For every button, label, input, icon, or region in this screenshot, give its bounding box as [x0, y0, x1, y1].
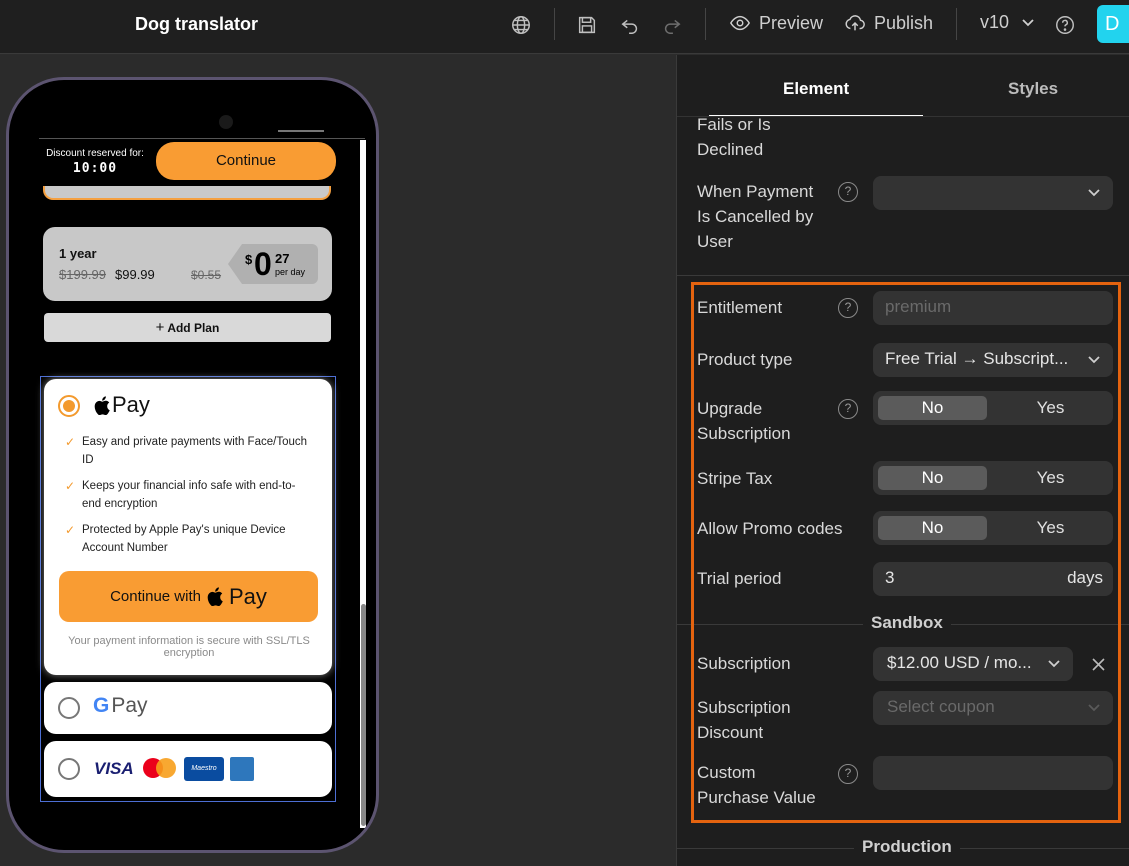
continue-with-label: Continue with [110, 588, 201, 605]
version-select[interactable]: v10 [980, 12, 1035, 33]
toolbar-separator [705, 8, 706, 40]
google-pay-text: Pay [111, 694, 148, 717]
eye-icon [729, 15, 751, 31]
daily-price-tag: $ 0 27 per day [228, 244, 318, 284]
save-icon[interactable] [576, 14, 598, 36]
preview-button[interactable]: Preview [729, 12, 823, 34]
plus-icon: + [155, 319, 165, 336]
visa-icon: VISA [94, 759, 134, 778]
check-icon: ✓ [65, 435, 76, 449]
help-icon[interactable]: ? [838, 182, 858, 202]
apple-pay-logo: Pay [94, 392, 150, 418]
discount-label: Discount reserved for: [46, 148, 144, 159]
plan-card[interactable]: 1 year $199.99 $99.99 $0.55 $ 0 27 per d… [43, 227, 332, 301]
apple-pay-benefit: ✓ Easy and private payments with Face/To… [65, 433, 312, 469]
phone-screen: Discount reserved for: 10:00 Continue 1 … [39, 138, 369, 828]
chevron-down-icon [1088, 189, 1100, 197]
apple-pay-benefit: ✓ Keeps your financial info safe with en… [65, 477, 312, 513]
apple-icon [207, 587, 223, 606]
secure-note: Your payment information is secure with … [68, 635, 310, 659]
amex-icon [230, 757, 254, 781]
google-pay-card[interactable]: G Pay [44, 682, 332, 734]
toolbar-separator [554, 8, 555, 40]
mastercard-icon [143, 758, 176, 778]
add-plan-label: Add Plan [167, 321, 220, 335]
preview-label: Preview [759, 12, 824, 33]
google-g-icon: G [93, 694, 110, 717]
apple-pay-radio[interactable] [58, 395, 80, 417]
benefit-text: Keeps your financial info safe with end-… [82, 480, 296, 510]
redo-icon[interactable] [661, 14, 683, 36]
countdown-timer: 10:00 [72, 161, 118, 176]
google-pay-radio[interactable] [58, 697, 80, 719]
cloud-upload-icon [845, 15, 865, 31]
daily-price-cents: 27 [275, 251, 290, 266]
properties-panel: Element Styles Fails or Is Declined When… [676, 55, 1129, 866]
scrollbar-thumb[interactable] [361, 604, 366, 826]
discount-timer-block: Discount reserved for: 10:00 [43, 148, 147, 176]
toolbar-separator [956, 8, 957, 40]
daily-price-main: 0 [254, 246, 272, 282]
selected-plan-card-bottom[interactable] [43, 186, 331, 200]
plan-name: 1 year [59, 246, 97, 261]
on-cancel-label: When Payment Is Cancelled by User [697, 182, 814, 251]
continue-with-apple-pay-button[interactable]: Continue with Pay [59, 571, 318, 622]
continue-button[interactable]: Continue [156, 142, 336, 180]
status-indicator [278, 130, 324, 132]
check-icon: ✓ [65, 479, 76, 493]
tab-element[interactable]: Element [783, 79, 849, 99]
publish-label: Publish [874, 12, 934, 33]
card-payment-radio[interactable] [58, 758, 80, 780]
payment-methods-selection: Pay ✓ Easy and private payments with Fac… [40, 376, 336, 802]
apple-icon [94, 395, 110, 415]
on-cancel-select[interactable] [873, 176, 1113, 210]
card-payment-card[interactable]: VISA Maestro [44, 741, 332, 797]
camera-notch [219, 115, 233, 129]
tab-styles[interactable]: Styles [1008, 79, 1058, 99]
plan-new-price: $99.99 [115, 267, 155, 282]
plan-old-price: $199.99 [59, 267, 106, 282]
app-title: Dog translator [135, 14, 259, 34]
chevron-down-icon [1022, 18, 1034, 26]
on-failure-label: Fails or Is Declined [697, 115, 771, 159]
plan-old-daily-price: $0.55 [191, 268, 222, 282]
section-divider [677, 275, 1129, 276]
user-avatar[interactable]: D [1097, 5, 1129, 43]
publish-button[interactable]: Publish [844, 12, 933, 34]
google-pay-logo: G Pay [93, 694, 148, 718]
add-plan-button[interactable]: + Add Plan [44, 313, 331, 342]
benefit-text: Protected by Apple Pay's unique Device A… [82, 524, 286, 554]
currency-symbol: $ [245, 252, 253, 267]
undo-icon[interactable] [619, 14, 641, 36]
version-label: v10 [980, 12, 1010, 32]
apple-pay-benefit: ✓ Protected by Apple Pay's unique Device… [65, 521, 312, 557]
help-icon[interactable] [1054, 14, 1076, 36]
apple-pay-button-text: Pay [228, 583, 267, 609]
benefit-text: Easy and private payments with Face/Touc… [82, 436, 308, 466]
per-day-label: per day [275, 267, 306, 277]
preview-canvas: Discount reserved for: 10:00 Continue 1 … [0, 55, 676, 866]
screen-divider [39, 138, 365, 139]
highlight-box [691, 282, 1121, 823]
maestro-icon: Maestro [184, 757, 224, 781]
apple-pay-card[interactable]: Pay ✓ Easy and private payments with Fac… [44, 379, 332, 675]
check-icon: ✓ [65, 523, 76, 537]
apple-pay-text: Pay [112, 392, 150, 417]
globe-icon[interactable] [510, 14, 532, 36]
top-bar: Dog translator Preview Publish v10 D [0, 0, 1129, 54]
phone-frame: Discount reserved for: 10:00 Continue 1 … [6, 77, 379, 853]
production-section-title: Production [854, 837, 960, 857]
